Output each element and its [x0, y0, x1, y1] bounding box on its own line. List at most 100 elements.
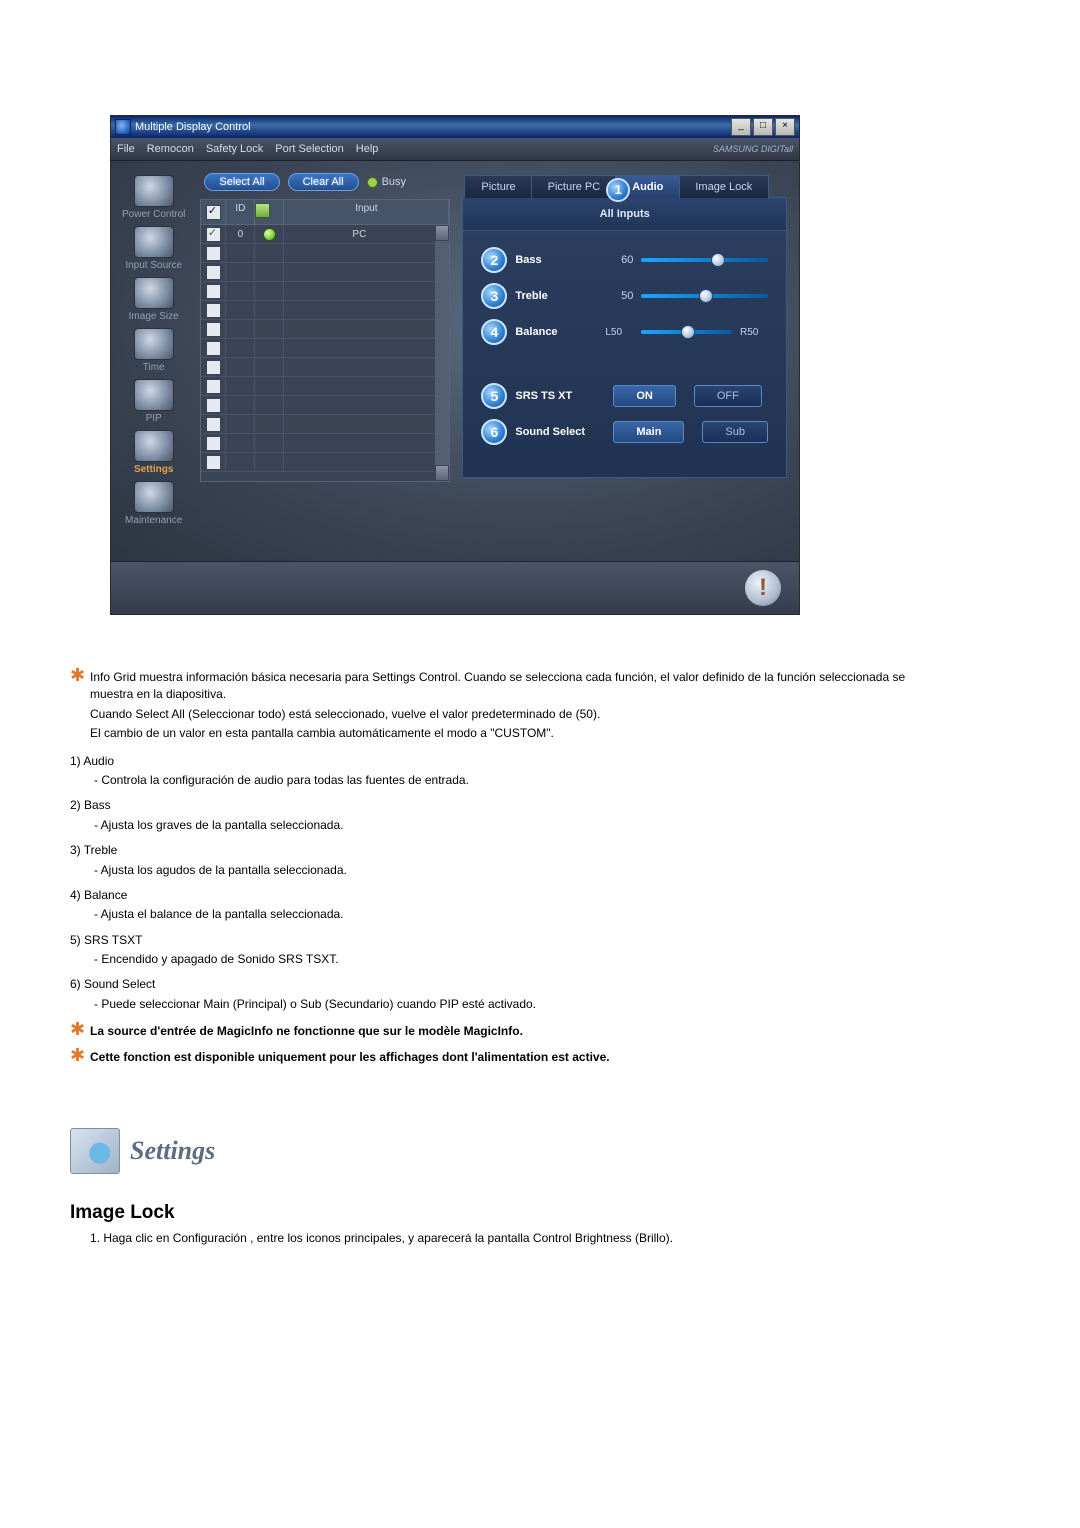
balance-slider[interactable]	[641, 330, 732, 334]
doc-item-sub: - Puede seleccionar Main (Principal) o S…	[94, 996, 940, 1013]
row-checkbox[interactable]	[206, 303, 221, 318]
menu-safety-lock[interactable]: Safety Lock	[206, 143, 263, 155]
row-checkbox[interactable]	[206, 360, 221, 375]
menu-port-selection[interactable]: Port Selection	[275, 143, 343, 155]
select-all-button[interactable]: Select All	[204, 173, 279, 191]
sidebar-item-settings[interactable]: Settings	[134, 430, 174, 475]
doc-item-title: 2) Bass	[70, 797, 940, 814]
doc-item-sub: - Ajusta los graves de la pantalla selec…	[94, 817, 940, 834]
grid-scrollbar[interactable]	[434, 225, 449, 481]
app-icon	[115, 119, 131, 135]
row-checkbox[interactable]	[206, 341, 221, 356]
srs-label: SRS TS XT	[515, 390, 597, 402]
menu-help[interactable]: Help	[356, 143, 379, 155]
right-panel: Picture Picture PC 1 Audio Image Lock Al…	[454, 161, 799, 561]
sidebar-item-input-source[interactable]: Input Source	[125, 226, 182, 271]
sidebar-label: Image Size	[129, 311, 179, 322]
menu-file[interactable]: File	[117, 143, 135, 155]
bass-row: 2 Bass 60	[481, 247, 768, 273]
grid-header-lamp[interactable]	[255, 200, 284, 224]
sound-sub-button[interactable]: Sub	[702, 421, 768, 443]
row-input: PC	[284, 225, 449, 243]
grid-header-check[interactable]	[201, 200, 226, 224]
table-row[interactable]: 0 PC	[201, 225, 449, 244]
sound-main-button[interactable]: Main	[613, 421, 684, 443]
grid-header-id[interactable]: ID	[226, 200, 255, 224]
tab-picture-pc[interactable]: Picture PC	[531, 175, 618, 198]
table-row	[201, 244, 449, 263]
treble-slider[interactable]	[641, 294, 768, 298]
star-icon	[70, 667, 90, 683]
badge-4-icon: 4	[481, 319, 507, 345]
row-checkbox[interactable]	[206, 455, 221, 470]
clear-all-button[interactable]: Clear All	[288, 173, 359, 191]
row-checkbox[interactable]	[206, 246, 221, 261]
row-checkbox[interactable]	[206, 284, 221, 299]
badge-1-icon: 1	[606, 178, 630, 202]
maximize-button[interactable]: □	[753, 118, 773, 136]
tab-label: Picture	[481, 181, 515, 193]
row-checkbox[interactable]	[206, 436, 221, 451]
table-row	[201, 396, 449, 415]
doc-item-sub: - Controla la configuración de audio par…	[94, 772, 940, 789]
pip-icon	[134, 379, 174, 411]
sidebar-item-pip[interactable]: PIP	[134, 379, 174, 424]
scroll-down-button[interactable]	[435, 465, 449, 481]
balance-label: Balance	[515, 326, 597, 338]
all-inputs-header: All Inputs	[463, 198, 786, 231]
alert-icon: !	[745, 570, 781, 606]
lamp-icon	[263, 228, 276, 241]
tab-audio[interactable]: 1 Audio	[615, 175, 680, 198]
badge-2-icon: 2	[481, 247, 507, 273]
row-checkbox[interactable]	[206, 417, 221, 432]
row-checkbox[interactable]	[206, 379, 221, 394]
srs-off-button[interactable]: OFF	[694, 385, 762, 407]
row-checkbox[interactable]	[206, 398, 221, 413]
sidebar-label: Settings	[134, 464, 173, 475]
doc-item-title: 3) Treble	[70, 842, 940, 859]
sidebar-item-time[interactable]: Time	[134, 328, 174, 373]
slider-thumb[interactable]	[699, 289, 713, 303]
doc-item-title: 4) Balance	[70, 887, 940, 904]
busy-dot-icon	[367, 177, 378, 188]
minimize-button[interactable]: _	[731, 118, 751, 136]
sidebar-item-image-size[interactable]: Image Size	[129, 277, 179, 322]
slider-thumb[interactable]	[681, 325, 695, 339]
row-checkbox[interactable]	[206, 322, 221, 337]
srs-on-button[interactable]: ON	[613, 385, 676, 407]
sidebar-label: Power Control	[122, 209, 185, 220]
tab-image-lock[interactable]: Image Lock	[678, 175, 769, 198]
slider-thumb[interactable]	[711, 253, 725, 267]
badge-6-icon: 6	[481, 419, 507, 445]
treble-row: 3 Treble 50	[481, 283, 768, 309]
table-row	[201, 358, 449, 377]
row-checkbox[interactable]	[206, 265, 221, 280]
scroll-up-button[interactable]	[435, 225, 449, 241]
maintenance-icon	[134, 481, 174, 513]
sidebar-label: Maintenance	[125, 515, 182, 526]
grid-body: 0 PC	[201, 225, 449, 481]
row-checkbox[interactable]	[206, 227, 221, 242]
doc-item-sub: - Ajusta los agudos de la pantalla selec…	[94, 862, 940, 879]
sidebar-label: PIP	[146, 413, 162, 424]
doc-item-sub: - Encendido y apagado de Sonido SRS TSXT…	[94, 951, 940, 968]
table-row	[201, 301, 449, 320]
table-row	[201, 453, 449, 472]
titlebar: Multiple Display Control _ □ ×	[111, 116, 799, 138]
settings-section-title: Settings	[130, 1136, 215, 1166]
table-row	[201, 377, 449, 396]
menu-remocon[interactable]: Remocon	[147, 143, 194, 155]
sidebar-item-maintenance[interactable]: Maintenance	[125, 481, 182, 526]
close-button[interactable]: ×	[775, 118, 795, 136]
sidebar-label: Input Source	[125, 260, 182, 271]
tab-picture[interactable]: Picture	[464, 175, 532, 198]
bass-slider[interactable]	[641, 258, 768, 262]
sound-select-row: 6 Sound Select Main Sub	[481, 419, 768, 445]
sound-select-label: Sound Select	[515, 426, 597, 438]
grid-header-input[interactable]: Input	[284, 200, 449, 224]
power-icon	[134, 175, 174, 207]
tab-row: Picture Picture PC 1 Audio Image Lock	[464, 175, 787, 198]
sidebar-item-power-control[interactable]: Power Control	[122, 175, 185, 220]
info-grid: ID Input 0 PC	[200, 199, 450, 482]
time-icon	[134, 328, 174, 360]
